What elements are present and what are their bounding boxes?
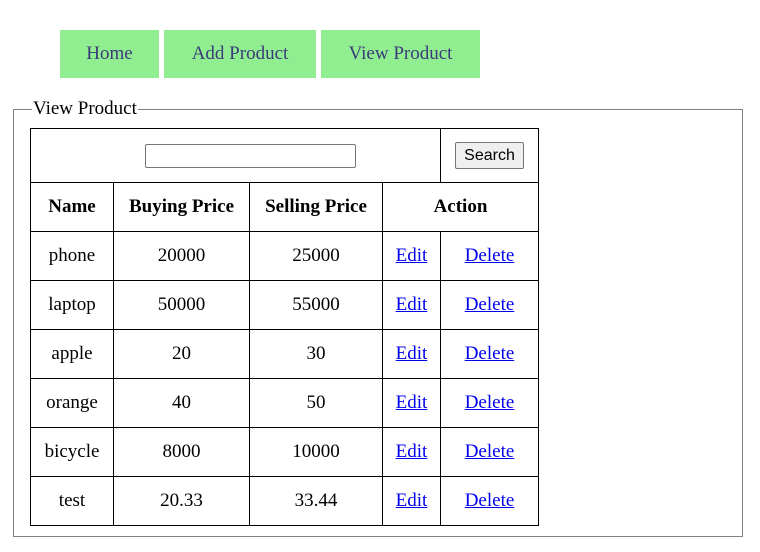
nav-add-product-link[interactable]: Add Product xyxy=(164,30,316,78)
header-name: Name xyxy=(30,182,114,232)
search-row: Search xyxy=(30,128,539,183)
cell-name: laptop xyxy=(30,280,114,330)
cell-name: apple xyxy=(30,329,114,379)
table-row: phone 20000 25000 Edit Delete xyxy=(30,231,539,281)
edit-link[interactable]: Edit xyxy=(396,294,428,315)
edit-link[interactable]: Edit xyxy=(396,441,428,462)
delete-link[interactable]: Delete xyxy=(465,490,515,511)
table-row: laptop 50000 55000 Edit Delete xyxy=(30,280,539,330)
cell-edit: Edit xyxy=(382,329,441,379)
search-button[interactable]: Search xyxy=(455,142,524,169)
fieldset-legend: View Product xyxy=(33,98,137,119)
cell-selling-price: 33.44 xyxy=(249,476,383,526)
edit-link[interactable]: Edit xyxy=(396,490,428,511)
search-button-cell: Search xyxy=(440,128,539,183)
header-buying-price: Buying Price xyxy=(113,182,250,232)
delete-link[interactable]: Delete xyxy=(465,441,515,462)
cell-selling-price: 55000 xyxy=(249,280,383,330)
cell-delete: Delete xyxy=(440,329,539,379)
table-header-row: Name Buying Price Selling Price Action xyxy=(30,182,539,232)
cell-name: bicycle xyxy=(30,427,114,477)
product-table: Search Name Buying Price Selling Price A… xyxy=(30,128,539,526)
cell-buying-price: 20 xyxy=(113,329,250,379)
cell-buying-price: 20.33 xyxy=(113,476,250,526)
cell-edit: Edit xyxy=(382,378,441,428)
header-action: Action xyxy=(382,182,539,232)
cell-selling-price: 50 xyxy=(249,378,383,428)
cell-name: test xyxy=(30,476,114,526)
cell-edit: Edit xyxy=(382,427,441,477)
cell-delete: Delete xyxy=(440,378,539,428)
table-row: test 20.33 33.44 Edit Delete xyxy=(30,476,539,526)
cell-selling-price: 25000 xyxy=(249,231,383,281)
search-cell xyxy=(30,128,441,183)
nav-home-link[interactable]: Home xyxy=(60,30,159,78)
cell-name: phone xyxy=(30,231,114,281)
cell-delete: Delete xyxy=(440,427,539,477)
edit-link[interactable]: Edit xyxy=(396,245,428,266)
table-row: bicycle 8000 10000 Edit Delete xyxy=(30,427,539,477)
delete-link[interactable]: Delete xyxy=(465,392,515,413)
edit-link[interactable]: Edit xyxy=(396,343,428,364)
header-selling-price: Selling Price xyxy=(249,182,383,232)
cell-buying-price: 8000 xyxy=(113,427,250,477)
cell-edit: Edit xyxy=(382,280,441,330)
cell-delete: Delete xyxy=(440,231,539,281)
cell-buying-price: 50000 xyxy=(113,280,250,330)
delete-link[interactable]: Delete xyxy=(465,343,515,364)
table-row: apple 20 30 Edit Delete xyxy=(30,329,539,379)
nav-view-product-link[interactable]: View Product xyxy=(321,30,480,78)
cell-delete: Delete xyxy=(440,280,539,330)
cell-edit: Edit xyxy=(382,231,441,281)
cell-selling-price: 10000 xyxy=(249,427,383,477)
cell-selling-price: 30 xyxy=(249,329,383,379)
cell-delete: Delete xyxy=(440,476,539,526)
search-input[interactable] xyxy=(145,143,356,168)
cell-buying-price: 40 xyxy=(113,378,250,428)
edit-link[interactable]: Edit xyxy=(396,392,428,413)
cell-name: orange xyxy=(30,378,114,428)
table-row: orange 40 50 Edit Delete xyxy=(30,378,539,428)
delete-link[interactable]: Delete xyxy=(465,294,515,315)
cell-buying-price: 20000 xyxy=(113,231,250,281)
cell-edit: Edit xyxy=(382,476,441,526)
delete-link[interactable]: Delete xyxy=(465,245,515,266)
page: Home Add Product View Product View Produ… xyxy=(0,0,760,552)
